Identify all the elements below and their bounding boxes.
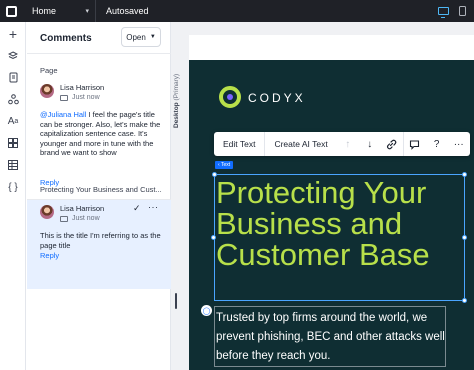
thread-section-label[interactable]: Protecting Your Business and Cust...	[40, 185, 162, 194]
comment-text: @Juliana Hall I feel the page's title ca…	[40, 110, 164, 158]
comment-bubble-icon	[60, 94, 68, 101]
mention-link[interactable]: @Juliana Hall	[40, 110, 86, 119]
avatar	[40, 84, 54, 98]
wix-logo-icon[interactable]	[0, 0, 22, 22]
ai-assist-icon[interactable]: ◯	[201, 305, 212, 316]
link-icon[interactable]	[381, 132, 403, 156]
page-header-strip	[189, 35, 474, 60]
comment-author: Lisa Harrison	[60, 204, 105, 213]
create-ai-text-button[interactable]: Create AI Text	[265, 132, 336, 156]
more-icon[interactable]: ···	[148, 202, 159, 212]
comments-panel: Comments Open ▼ Page Lisa Harrison Just …	[27, 22, 171, 370]
resize-handle[interactable]	[211, 235, 216, 240]
add-icon[interactable]: +	[0, 26, 26, 42]
resize-handle[interactable]	[212, 172, 217, 177]
element-tag-label: Text	[220, 162, 231, 168]
element-toolbar: Edit Text Create AI Text ↑ ↓ ? ···	[214, 132, 470, 156]
desktop-icon[interactable]	[438, 7, 449, 18]
comment-time: Just now	[60, 215, 100, 222]
table-icon[interactable]	[0, 157, 26, 173]
comment-time-text: Just now	[72, 94, 100, 101]
thread-section-label: Page	[40, 66, 58, 75]
comment-time-text: Just now	[72, 215, 100, 222]
resize-handle[interactable]	[462, 235, 467, 240]
comment-body: This is the title I'm referring to as th…	[40, 231, 161, 250]
mobile-icon[interactable]	[459, 6, 466, 16]
chevron-down-icon: ▼	[149, 34, 156, 40]
help-icon[interactable]: ?	[426, 132, 448, 156]
arrow-down-icon[interactable]: ↓	[359, 132, 381, 156]
resize-handle[interactable]	[462, 298, 467, 303]
brand-name[interactable]: CODYX	[248, 91, 306, 105]
filter-dropdown[interactable]: Open ▼	[121, 27, 161, 47]
page-name: Home	[32, 6, 57, 16]
autosave-status: Autosaved	[106, 6, 149, 16]
code-icon[interactable]: { }	[0, 179, 26, 195]
comment-icon[interactable]	[404, 132, 426, 156]
comment-author: Lisa Harrison	[60, 83, 105, 92]
filter-label: Open	[126, 32, 146, 42]
brand-logo-icon[interactable]	[219, 86, 241, 108]
top-bar: Home ▾ Autosaved	[0, 0, 474, 22]
panel-title: Comments	[40, 33, 92, 44]
element-tag: ‹ Text	[215, 161, 234, 169]
left-rail: + Aa { }	[0, 22, 26, 370]
hero-paragraph[interactable]: Trusted by top firms around the world, w…	[216, 309, 446, 366]
breakpoint-sub: (Primary)	[173, 73, 180, 101]
chevron-down-icon: ▾	[85, 8, 89, 15]
resize-handle[interactable]	[462, 172, 467, 177]
divider	[27, 53, 171, 54]
edit-text-button[interactable]: Edit Text	[214, 132, 266, 156]
comment-bubble-icon	[60, 215, 68, 222]
arrow-up-icon[interactable]: ↑	[337, 132, 359, 156]
device-switcher	[438, 0, 466, 22]
resize-handle[interactable]	[175, 293, 177, 309]
widgets-icon[interactable]	[0, 135, 26, 151]
more-icon[interactable]: ···	[448, 132, 470, 156]
resolve-check-icon[interactable]: ✓	[133, 203, 141, 214]
apps-icon[interactable]	[0, 91, 26, 107]
breakpoint-name: Desktop	[173, 102, 180, 128]
pages-icon[interactable]	[0, 69, 26, 85]
text-theme-icon[interactable]: Aa	[0, 113, 26, 129]
avatar	[40, 205, 54, 219]
comment-time: Just now	[60, 94, 100, 101]
reply-link[interactable]: Reply	[40, 251, 59, 260]
layers-icon[interactable]	[0, 48, 26, 64]
page-selector[interactable]: Home ▾	[22, 0, 96, 22]
breakpoint-label: Desktop (Primary)	[173, 58, 185, 128]
page-heading[interactable]: Protecting Your Business and Customer Ba…	[216, 177, 468, 270]
